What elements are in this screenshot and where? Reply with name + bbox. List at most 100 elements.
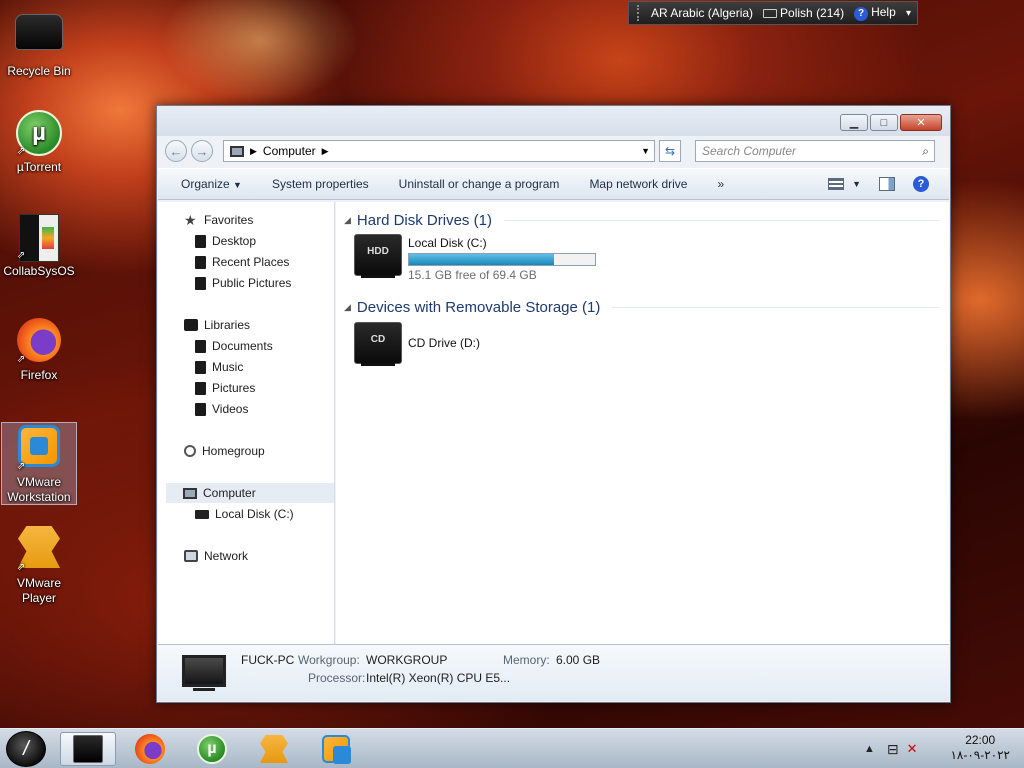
minimize-button[interactable]: ▁: [840, 114, 868, 131]
nav-homegroup[interactable]: Homegroup: [184, 441, 265, 461]
search-input[interactable]: Search Computer ⌕: [695, 140, 935, 162]
memory-label: Memory:: [503, 653, 550, 667]
music-icon: [195, 360, 206, 374]
nav-label: Computer: [203, 486, 256, 500]
disk-usage-fill: [409, 254, 555, 265]
recycle-bin-icon: [15, 14, 63, 62]
clock-time: 22:00: [965, 733, 996, 747]
nav-desktop[interactable]: Desktop: [195, 231, 256, 251]
nav-pictures[interactable]: Pictures: [195, 378, 255, 398]
show-hidden-icons-icon[interactable]: ▲: [864, 743, 875, 755]
nav-local-disk[interactable]: Local Disk (C:): [195, 504, 294, 524]
maximize-button[interactable]: □: [870, 114, 898, 131]
workgroup-value: WORKGROUP: [366, 653, 448, 667]
system-properties-button[interactable]: System properties: [257, 177, 384, 191]
breadcrumb-arrow-icon[interactable]: ▶: [322, 146, 329, 157]
star-icon: ★: [184, 212, 197, 228]
documents-icon: [195, 339, 206, 353]
back-button[interactable]: ←: [165, 140, 187, 162]
utorrent-icon: µ: [197, 734, 227, 764]
firefox-icon: ⇗: [15, 318, 63, 366]
nav-label: Network: [204, 549, 249, 563]
nav-label: Desktop: [212, 234, 257, 248]
desktop-icon-collabsysos[interactable]: ⇗ CollabSysOS: [1, 214, 77, 279]
search-icon[interactable]: ⌕: [922, 144, 929, 159]
address-history-dropdown[interactable]: ▼: [641, 146, 650, 156]
taskbar-firefox[interactable]: [122, 732, 178, 766]
keyboard-icon: [763, 9, 778, 19]
group-title: Hard Disk Drives (1): [356, 211, 492, 229]
close-button[interactable]: ✕: [900, 114, 942, 131]
group-divider: [612, 306, 939, 308]
change-view-button[interactable]: ▼: [828, 178, 861, 190]
nav-label: Libraries: [204, 318, 251, 332]
organize-label: Organize: [181, 177, 230, 191]
preview-pane-icon[interactable]: [879, 177, 895, 191]
nav-label: Public Pictures: [212, 276, 292, 290]
taskbar-vmware-player[interactable]: [246, 732, 302, 766]
refresh-button[interactable]: ⇆: [659, 140, 681, 162]
desktop-icon-utorrent[interactable]: µ ⇗ µTorrent: [1, 110, 77, 175]
network-status-icon[interactable]: ⊟: [887, 741, 899, 758]
desktop-icon-label: Recycle Bin: [7, 64, 71, 78]
group-header-removable[interactable]: ◢ Devices with Removable Storage (1): [344, 297, 939, 317]
map-network-drive-button[interactable]: Map network drive: [574, 177, 702, 191]
grip-handle[interactable]: [637, 5, 641, 21]
nav-computer[interactable]: Computer: [166, 483, 334, 503]
workgroup-label: Workgroup:: [298, 653, 360, 667]
group-header-hard-disks[interactable]: ◢ Hard Disk Drives (1): [344, 210, 939, 230]
uninstall-program-button[interactable]: Uninstall or change a program: [384, 177, 575, 191]
help-icon[interactable]: ?: [913, 176, 929, 192]
chevron-down-icon: ▼: [852, 179, 861, 189]
desktop-icon-label: Firefox: [20, 368, 58, 382]
taskbar: / µ ▲ ⊟ ✕ 22:00 ٢٠٢٢-٠٩-١٨: [0, 728, 1024, 768]
volume-muted-icon[interactable]: ✕: [907, 741, 918, 757]
collapse-icon: ◢: [344, 214, 351, 225]
desktop-icon-label: CollabSysOS: [3, 264, 75, 278]
nav-label: Music: [212, 360, 244, 374]
nav-documents[interactable]: Documents: [195, 336, 273, 356]
help-label: Help: [871, 5, 896, 19]
nav-libraries[interactable]: Libraries: [184, 315, 250, 335]
start-button[interactable]: /: [6, 731, 46, 767]
language-help[interactable]: ? Help: [854, 5, 896, 21]
breadcrumb-arrow-icon[interactable]: ▶: [250, 146, 257, 157]
keyboard-layout-label: Polish (214): [780, 6, 845, 20]
collapse-icon: ◢: [344, 301, 351, 312]
nav-network[interactable]: Network: [184, 546, 248, 566]
title-bar[interactable]: ▁ □ ✕: [157, 106, 950, 136]
organize-button[interactable]: Organize ▼: [158, 177, 257, 191]
nav-label: Favorites: [204, 213, 254, 227]
desktop-icon-recycle-bin[interactable]: Recycle Bin: [1, 8, 77, 79]
clock[interactable]: 22:00 ٢٠٢٢-٠٩-١٨: [950, 733, 1010, 763]
nav-public-pictures[interactable]: Public Pictures: [195, 273, 291, 293]
more-commands-button[interactable]: »: [702, 177, 739, 191]
nav-favorites[interactable]: ★ Favorites: [184, 210, 253, 230]
videos-icon: [195, 402, 206, 416]
drive-name: Local Disk (C:): [408, 236, 487, 250]
input-language[interactable]: AR Arabic (Algeria): [651, 6, 753, 20]
drive-local-disk-c[interactable]: HDD Local Disk (C:) 15.1 GB free of 69.4…: [354, 234, 596, 282]
keyboard-layout[interactable]: Polish (214): [763, 6, 844, 20]
navigation-pane: ★ Favorites Desktop Recent Places Public …: [158, 202, 335, 644]
desktop-icon-vmware-player[interactable]: ⇗ VMware Player: [1, 526, 77, 606]
address-bar[interactable]: ▶ Computer ▶ ▼: [223, 140, 655, 162]
taskbar-utorrent[interactable]: µ: [184, 732, 240, 766]
desktop-icon-vmware-workstation[interactable]: ⇗ VMware Workstation: [1, 422, 77, 505]
view-icon: [828, 178, 845, 190]
drive-cd-d[interactable]: CD CD Drive (D:): [354, 322, 480, 366]
nav-recent-places[interactable]: Recent Places: [195, 252, 289, 272]
desktop-icon-firefox[interactable]: ⇗ Firefox: [1, 318, 77, 383]
chevron-down-icon: ▼: [233, 180, 242, 190]
language-bar-options[interactable]: ▾: [906, 8, 911, 19]
computer-icon: [230, 145, 244, 157]
breadcrumb-computer[interactable]: Computer: [263, 144, 316, 158]
forward-button[interactable]: →: [191, 140, 213, 162]
taskbar-explorer[interactable]: [60, 732, 116, 766]
search-placeholder: Search Computer: [702, 144, 797, 158]
homegroup-icon: [184, 445, 196, 457]
nav-videos[interactable]: Videos: [195, 399, 248, 419]
nav-music[interactable]: Music: [195, 357, 243, 377]
taskbar-vmware-workstation[interactable]: [308, 732, 364, 766]
firefox-icon: [135, 734, 165, 764]
